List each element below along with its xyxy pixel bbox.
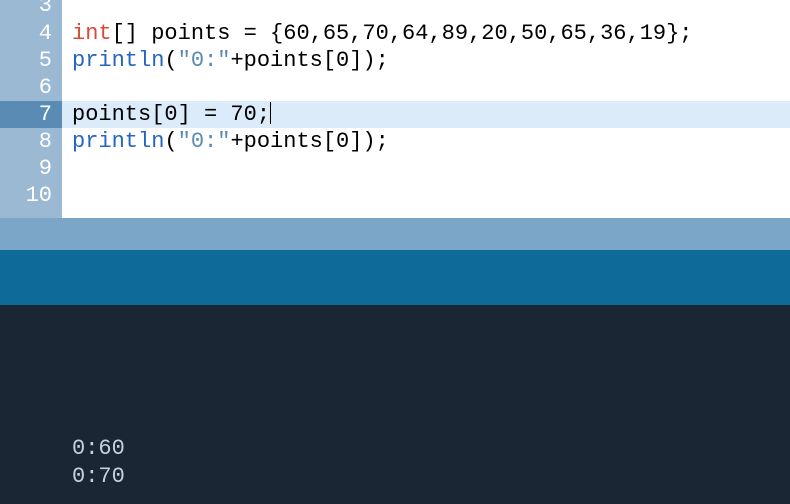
line-number: 9 [0,155,62,182]
line-number: 6 [0,74,62,101]
code-line[interactable] [62,74,790,101]
code-line[interactable]: println("0:"+points[0]); [62,47,790,74]
code-editor[interactable]: 345678910 int[] points = {60,65,70,64,89… [0,0,790,218]
code-token: ( [164,48,177,73]
line-number-gutter: 345678910 [0,0,62,218]
line-number: 3 [0,0,62,20]
code-token: int [72,21,112,46]
code-line[interactable] [62,182,790,209]
code-token: +points[0]); [230,129,388,154]
separator-bar-dark [0,250,790,305]
separator-bar-light [0,218,790,250]
text-cursor [270,102,271,124]
code-line[interactable] [62,0,790,20]
code-token: "0:" [178,129,231,154]
code-line[interactable]: println("0:"+points[0]); [62,128,790,155]
console-line: 0:60 [72,435,790,463]
line-number: 8 [0,128,62,155]
line-number: 7 [0,101,62,128]
code-text-area[interactable]: int[] points = {60,65,70,64,89,20,50,65,… [62,0,790,218]
code-line[interactable]: int[] points = {60,65,70,64,89,20,50,65,… [62,20,790,47]
code-token: ( [164,129,177,154]
code-token: "0:" [178,48,231,73]
line-number: 4 [0,20,62,47]
code-token: [] points = {60,65,70,64,89,20,50,65,36,… [112,21,693,46]
code-token: +points[0]); [230,48,388,73]
line-number: 5 [0,47,62,74]
code-token: println [72,129,164,154]
code-line[interactable] [62,155,790,182]
code-token: points[0] = 70; [72,102,270,127]
console-line: 0:70 [72,463,790,491]
line-number: 10 [0,182,62,209]
code-token: println [72,48,164,73]
code-line[interactable]: points[0] = 70; [62,101,790,128]
console-output: 0:600:70 [0,305,790,504]
